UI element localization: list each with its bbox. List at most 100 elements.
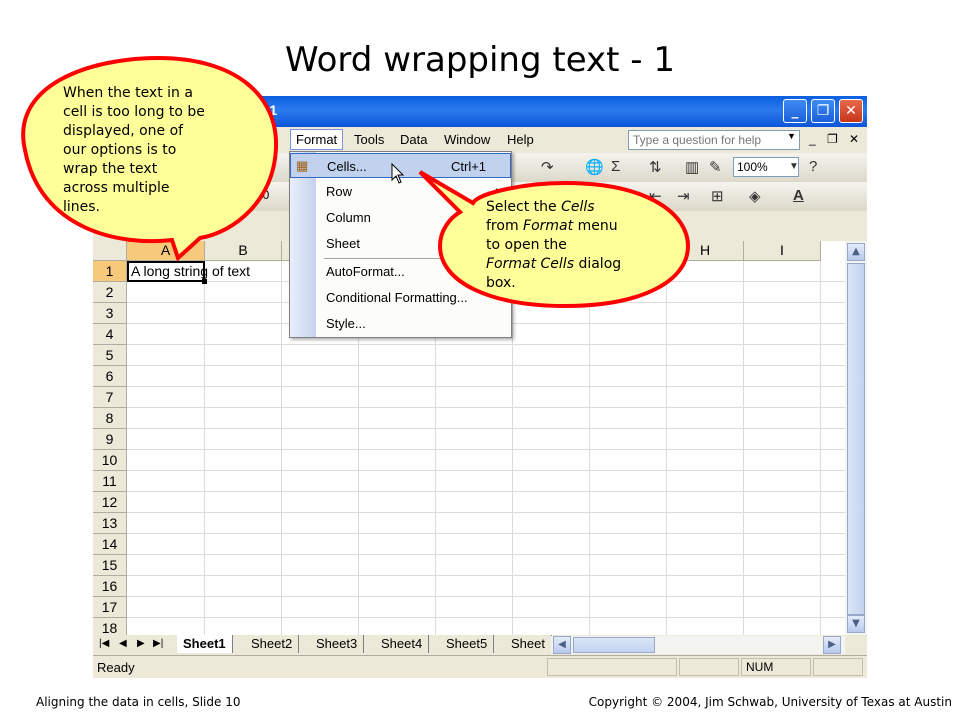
doc-close-icon[interactable]: ✕ (849, 132, 859, 146)
font-color-icon[interactable]: A (793, 187, 804, 204)
menu-item-label: Cells... (327, 159, 367, 174)
menu-window[interactable]: Window (444, 132, 490, 147)
row-header[interactable]: 14 (93, 534, 127, 555)
status-num: NUM (741, 658, 811, 676)
menu-item-label: Sheet (326, 236, 360, 251)
row-header[interactable]: 5 (93, 345, 127, 366)
menu-item-column[interactable]: Column (290, 205, 511, 230)
status-panel (813, 658, 863, 676)
column-header[interactable]: B (205, 241, 282, 261)
row-header[interactable]: 9 (93, 429, 127, 450)
scroll-left-icon[interactable]: ◀ (553, 636, 571, 654)
status-bar: Ready NUM (93, 655, 867, 678)
scroll-down-icon[interactable]: ▼ (847, 615, 865, 633)
menu-bar: Format Tools Data Window Help Type a que… (93, 127, 867, 153)
next-sheet-icon[interactable]: ▶ (137, 638, 145, 649)
doc-restore-icon[interactable]: ❐ (827, 132, 838, 146)
column-header[interactable]: A (127, 241, 205, 261)
redo-icon[interactable]: ↷ (541, 158, 554, 176)
row-header[interactable]: 4 (93, 324, 127, 345)
row-header[interactable]: 13 (93, 513, 127, 534)
sheet-tab-sheet1[interactable]: Sheet1 (177, 635, 233, 653)
row-header[interactable]: 15 (93, 555, 127, 576)
prev-sheet-icon[interactable]: ◀ (119, 638, 127, 649)
sheet-tab-sheet5[interactable]: Sheet5 (440, 635, 495, 653)
increase-indent-icon[interactable]: ⇥ (677, 187, 690, 205)
menu-data[interactable]: Data (400, 132, 427, 147)
menu-item-label: Column (326, 210, 371, 225)
menu-help[interactable]: Help (507, 132, 534, 147)
sheet-tab-bar: |◀ ◀ ▶ ▶| Sheet1 Sheet2 Sheet3 Sheet4 Sh… (93, 635, 867, 655)
row-header[interactable]: 10 (93, 450, 127, 471)
sheet-tab-sheet6[interactable]: Sheet (505, 635, 552, 653)
row-header[interactable]: 8 (93, 408, 127, 429)
status-ready: Ready (97, 660, 135, 675)
row-header[interactable]: 3 (93, 303, 127, 324)
cell-a1[interactable]: A long string of text (127, 261, 250, 282)
select-all-corner[interactable] (93, 241, 127, 261)
vertical-scroll-thumb[interactable] (847, 263, 865, 615)
menu-item-label: Style... (326, 316, 366, 331)
menu-format[interactable]: Format (290, 129, 344, 150)
column-header[interactable]: H (667, 241, 744, 261)
menu-item-shortcut: Ctrl+1 (451, 159, 487, 174)
minimize-icon[interactable]: _ (783, 99, 807, 123)
row-header[interactable]: 17 (93, 597, 127, 618)
drawing-icon[interactable]: ✎ (709, 158, 722, 176)
scroll-up-icon[interactable]: ▲ (847, 243, 865, 261)
mouse-pointer-icon (391, 163, 405, 184)
chart-wizard-icon[interactable]: ▥ (685, 158, 699, 176)
row-header[interactable]: 7 (93, 387, 127, 408)
menu-item-label: Conditional Formatting... (326, 290, 468, 305)
hyperlink-icon[interactable]: 🌐 (585, 158, 604, 176)
doc-minimize-icon[interactable]: _ (809, 132, 816, 146)
horizontal-scroll-thumb[interactable] (573, 637, 655, 653)
menu-item-sheet[interactable]: Sheet (290, 231, 511, 256)
menu-item-label: AutoFormat... (326, 264, 405, 279)
menu-item-label: Row (326, 184, 353, 199)
borders-icon[interactable]: ⊞ (711, 187, 724, 205)
font-size-select[interactable]: 10 (253, 186, 279, 206)
first-sheet-icon[interactable]: |◀ (99, 638, 109, 649)
row-header[interactable]: 1 (93, 261, 127, 282)
fill-handle[interactable] (202, 279, 207, 284)
row-header[interactable]: 18 (93, 618, 127, 635)
sheet-tab-sheet3[interactable]: Sheet3 (310, 635, 365, 653)
row-header[interactable]: 6 (93, 366, 127, 387)
row-header[interactable]: 11 (93, 471, 127, 492)
horizontal-scrollbar[interactable]: ◀ ▶ (551, 636, 845, 654)
vertical-scrollbar[interactable]: ▲ ▼ (845, 241, 867, 635)
menu-item-conditional-formatting[interactable]: Conditional Formatting... (290, 285, 511, 310)
status-panel (679, 658, 739, 676)
row-header[interactable]: 2 (93, 282, 127, 303)
sort-ascending-icon[interactable]: ⇅ (649, 158, 662, 176)
last-sheet-icon[interactable]: ▶| (153, 638, 163, 649)
callout-left-text: When the text in a cell is too long to b… (63, 85, 205, 215)
footer-copyright: Copyright © 2004, Jim Schwab, University… (588, 695, 952, 709)
menu-tools[interactable]: Tools (354, 132, 384, 147)
column-header[interactable]: I (744, 241, 821, 261)
format-cells-icon: ▦ (296, 158, 309, 173)
footer-left: Aligning the data in cells, Slide 10 (36, 695, 241, 709)
decrease-indent-icon[interactable]: ⇤ (649, 187, 662, 205)
help-icon[interactable]: ? (809, 158, 817, 175)
scroll-right-icon[interactable]: ▶ (823, 636, 841, 654)
sheet-tab-sheet4[interactable]: Sheet4 (375, 635, 430, 653)
row-header[interactable]: 16 (93, 576, 127, 597)
submenu-arrow-icon: ▶ (496, 186, 503, 196)
fill-color-icon[interactable]: ◈ (749, 187, 761, 205)
ask-question-input[interactable]: Type a question for help (628, 130, 800, 150)
title-bar[interactable]: ok1 _ ❐ ✕ (93, 96, 867, 127)
chevron-down-icon[interactable]: ▼ (787, 131, 796, 141)
close-icon[interactable]: ✕ (839, 99, 863, 123)
callout-right-text: Select the Cells from Format menu to ope… (486, 199, 622, 291)
status-panel (547, 658, 677, 676)
sheet-tab-sheet2[interactable]: Sheet2 (245, 635, 300, 653)
menu-item-style[interactable]: Style... (290, 311, 511, 336)
menu-item-autoformat[interactable]: AutoFormat... (290, 259, 511, 284)
window-title: ok1 (253, 102, 278, 118)
row-header[interactable]: 12 (93, 492, 127, 513)
restore-icon[interactable]: ❐ (811, 99, 835, 123)
chevron-down-icon[interactable]: ▼ (789, 161, 799, 172)
autosum-icon[interactable]: Σ (611, 158, 620, 175)
